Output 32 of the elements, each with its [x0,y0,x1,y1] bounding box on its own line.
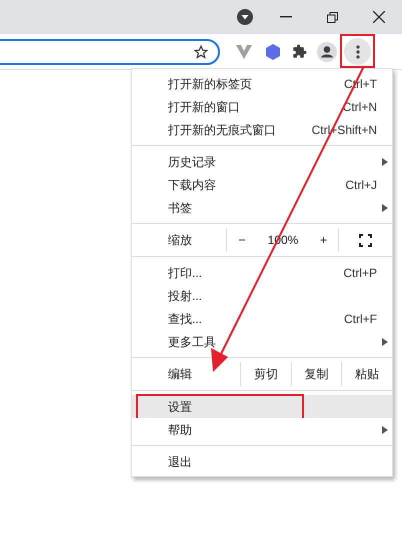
submenu-arrow-icon [382,338,388,346]
submenu-arrow-icon [382,158,388,166]
menu-item[interactable]: 更多工具 [132,330,392,353]
edit-button[interactable]: 粘贴 [342,362,392,386]
menu-item[interactable]: 设置 [132,395,392,418]
submenu-arrow-icon [382,204,388,212]
zoom-in-button[interactable]: + [309,228,339,252]
menu-item[interactable]: 书签 [132,196,392,219]
menu-item-label: 缩放 [132,228,227,252]
submenu-arrow-icon [382,426,388,434]
more-vertical-icon [356,44,360,58]
dropdown-icon[interactable] [237,9,253,25]
menu-item[interactable]: 下载内容 Ctrl+J [132,173,392,196]
extension-v-icon[interactable] [236,44,252,58]
zoom-out-button[interactable]: − [227,228,257,252]
menu-item[interactable]: 投射... [132,284,392,307]
profile-avatar-icon[interactable] [317,42,337,62]
star-icon[interactable] [194,44,208,58]
menu-item[interactable]: 历史记录 [132,150,392,173]
fullscreen-icon [359,234,372,246]
close-icon[interactable] [373,11,385,23]
minimize-icon[interactable] [280,16,292,18]
menu-item[interactable]: 打印... Ctrl+P [132,261,392,284]
edit-button[interactable]: 复制 [292,362,342,386]
puzzle-icon[interactable] [292,44,307,59]
restore-icon[interactable] [327,12,338,22]
extension-hexagon-icon[interactable] [266,44,280,60]
menu-item[interactable]: 查找... Ctrl+F [132,307,392,330]
edit-button[interactable]: 剪切 [241,362,292,386]
address-bar[interactable] [0,38,220,64]
menu-item[interactable]: 帮助 [132,418,392,441]
menu-item[interactable]: 退出 [132,450,392,473]
